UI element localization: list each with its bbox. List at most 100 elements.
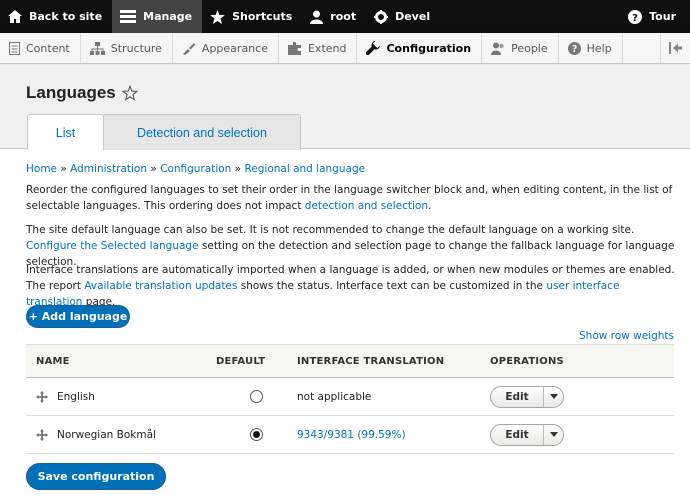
breadcrumb: Home » Administration » Configuration » … (26, 163, 365, 175)
help-text-translations: Interface translations are automatically… (26, 262, 676, 310)
show-row-weights-link[interactable]: Show row weights (579, 330, 674, 342)
appearance-icon (182, 42, 196, 55)
default-radio[interactable] (250, 390, 263, 403)
tray-item-people[interactable]: People (482, 33, 559, 63)
admin-menu-tray: Content Structure Appearance Extend Conf… (0, 33, 690, 64)
collapse-left-icon (669, 42, 682, 54)
user-label: root (330, 10, 357, 23)
default-radio[interactable] (250, 428, 263, 441)
available-translation-updates-link[interactable]: Available translation updates (84, 280, 237, 292)
tray-item-label: Configuration (386, 41, 472, 55)
extend-icon (287, 41, 301, 55)
drag-handle-icon[interactable] (36, 428, 48, 441)
tour-label: Tour (649, 10, 676, 23)
cell-operations: Edit (490, 385, 674, 408)
tray-collapse-button[interactable] (660, 33, 690, 63)
tray-item-configuration[interactable]: Configuration (357, 33, 483, 63)
tray-item-label: People (511, 41, 548, 55)
table-row: English not applicable Edit (26, 378, 674, 416)
people-icon (491, 42, 504, 55)
breadcrumb-administration[interactable]: Administration (70, 163, 147, 175)
wrench-icon (366, 41, 381, 55)
shortcuts-label: Shortcuts (232, 10, 293, 23)
tray-item-label: Structure (110, 41, 162, 55)
tray-item-extend[interactable]: Extend (279, 33, 358, 63)
shortcuts-tab[interactable]: Shortcuts (202, 0, 302, 33)
detection-selection-link[interactable]: detection and selection (305, 200, 428, 212)
edit-button[interactable]: Edit (491, 386, 544, 407)
cell-translation: 9343/9381 (99.59%) (297, 429, 490, 441)
content-icon (9, 41, 20, 55)
cell-operations: Edit (490, 423, 674, 446)
help-icon: ? (567, 41, 581, 55)
operations-dropbutton: Edit (490, 385, 564, 408)
tray-item-label: Extend (307, 41, 347, 55)
help-text: The site default language can also be se… (26, 224, 635, 236)
tab-detection-and-selection[interactable]: Detection and selection (104, 114, 301, 150)
languages-table: NAME DEFAULT INTERFACE TRANSLATION OPERA… (26, 344, 674, 454)
chevron-down-icon (549, 432, 558, 437)
breadcrumb-separator: » (234, 163, 242, 175)
breadcrumb-separator: » (150, 163, 157, 175)
tray-item-help[interactable]: ? Help (559, 33, 623, 63)
language-name: Norwegian Bokmål (57, 428, 156, 441)
chevron-down-icon (549, 394, 558, 399)
tray-item-label: Content (26, 41, 70, 55)
user-tab[interactable]: root (302, 0, 366, 33)
shortcut-star-icon[interactable] (122, 85, 138, 101)
tour-button[interactable]: ? Tour (620, 0, 690, 33)
add-language-button[interactable]: + Add language (26, 305, 130, 328)
home-icon (8, 10, 22, 23)
drag-handle-icon[interactable] (36, 390, 48, 403)
structure-icon (89, 41, 105, 55)
breadcrumb-configuration[interactable]: Configuration (160, 163, 231, 175)
table-header: NAME DEFAULT INTERFACE TRANSLATION OPERA… (26, 344, 674, 378)
breadcrumb-regional-language[interactable]: Regional and language (244, 163, 365, 175)
primary-tabs: List Detection and selection (27, 114, 301, 150)
breadcrumb-home[interactable]: Home (26, 163, 57, 175)
language-name: English (57, 390, 95, 403)
question-icon: ? (628, 9, 643, 24)
menu-icon (120, 10, 137, 23)
manage-tab[interactable]: Manage (112, 0, 203, 33)
edit-button[interactable]: Edit (491, 424, 544, 445)
help-text-reorder: Reorder the configured languages to set … (26, 182, 676, 214)
tab-list[interactable]: List (27, 114, 104, 150)
tray-item-label: Help (586, 41, 612, 55)
svg-text:?: ? (632, 13, 638, 24)
devel-label: Devel (395, 10, 431, 23)
manage-label: Manage (143, 10, 193, 23)
column-header-operations: OPERATIONS (490, 355, 564, 367)
devel-tab[interactable]: Devel (366, 0, 440, 33)
user-icon (310, 10, 324, 24)
breadcrumb-separator: » (60, 163, 67, 175)
help-text-end: . (428, 200, 432, 212)
cell-name: Norwegian Bokmål (26, 428, 216, 441)
tray-item-label: Appearance (201, 41, 268, 55)
page-header: Languages List Detection and selection (0, 65, 690, 150)
tray-item-appearance[interactable]: Appearance (173, 33, 279, 63)
configure-selected-language-link[interactable]: Configure the Selected language (26, 240, 199, 252)
cell-name: English (26, 390, 216, 403)
cell-default (216, 390, 297, 403)
dropbutton-toggle[interactable] (544, 425, 563, 445)
gear-icon (374, 9, 389, 24)
table-row: Norwegian Bokmål 9343/9381 (99.59%) Edit (26, 416, 674, 454)
star-icon (210, 9, 225, 24)
save-configuration-button[interactable]: Save configuration (26, 463, 166, 490)
tray-item-structure[interactable]: Structure (81, 33, 173, 63)
admin-toolbar: Back to site Manage Shortcuts root Devel… (0, 0, 690, 33)
help-text-middle: shows the status. Interface text can be … (237, 280, 547, 292)
translation-status: not applicable (297, 390, 372, 403)
dropbutton-toggle[interactable] (544, 387, 563, 407)
column-header-name: NAME (36, 355, 70, 367)
cell-default (216, 428, 297, 441)
column-header-default: DEFAULT (216, 355, 266, 367)
column-header-interface-translation: INTERFACE TRANSLATION (297, 355, 445, 367)
back-to-site-label: Back to site (29, 10, 103, 23)
tray-item-content[interactable]: Content (0, 33, 81, 63)
translation-status-link[interactable]: 9343/9381 (99.59%) (297, 429, 406, 441)
back-to-site-link[interactable]: Back to site (0, 0, 112, 33)
svg-text:?: ? (571, 44, 576, 55)
